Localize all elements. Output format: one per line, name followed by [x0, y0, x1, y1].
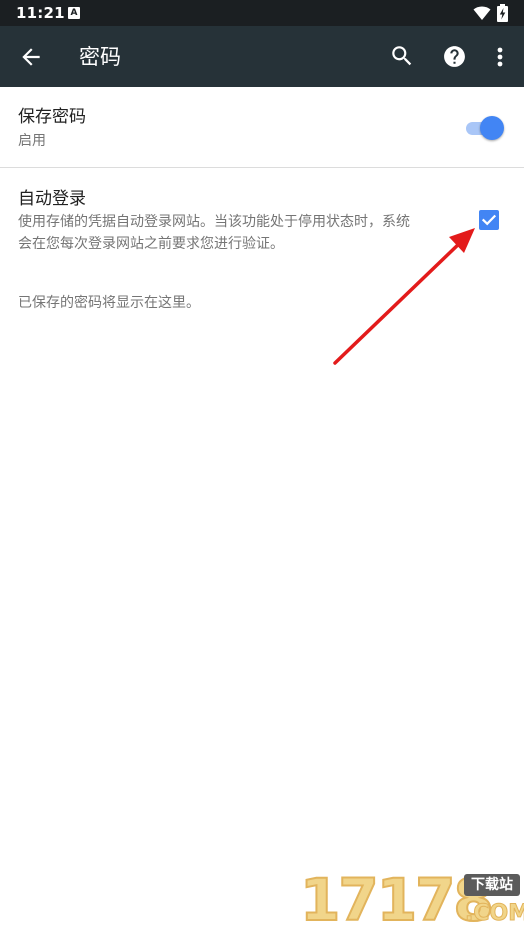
site-watermark: 17178 下载站 .COM	[299, 868, 524, 932]
search-icon[interactable]	[389, 43, 415, 69]
empty-passwords-message: 已保存的密码将显示在这里。	[18, 295, 200, 311]
app-toolbar: 密码	[0, 26, 524, 87]
page-title: 密码	[79, 45, 121, 69]
back-arrow-icon[interactable]	[18, 44, 44, 70]
save-passwords-status: 启用	[18, 133, 46, 149]
notification-a-icon: A	[68, 7, 80, 19]
status-bar: 11:21 A	[0, 0, 524, 26]
watermark-badge: 下载站	[464, 874, 520, 896]
auto-sign-in-description-line2: 会在您每次登录网站之前要求您进行验证。	[18, 236, 284, 252]
auto-sign-in-title: 自动登录	[18, 189, 86, 209]
wifi-icon	[473, 6, 491, 20]
battery-icon	[497, 4, 508, 22]
toggle-thumb	[480, 116, 504, 140]
help-icon[interactable]	[442, 44, 467, 69]
save-passwords-toggle[interactable]	[464, 115, 504, 141]
status-time: 11:21	[16, 4, 65, 22]
more-vert-icon[interactable]	[490, 44, 510, 70]
save-passwords-title: 保存密码	[18, 107, 86, 127]
red-arrow-annotation	[333, 228, 475, 365]
watermark-domain: .COM	[464, 901, 524, 927]
